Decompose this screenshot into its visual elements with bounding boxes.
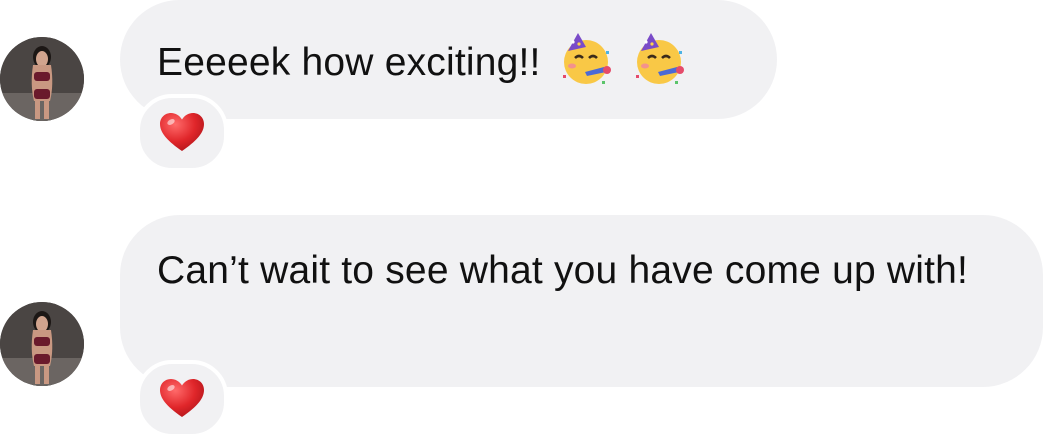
message-bubble[interactable]: Can’t wait to see what you have come up … (120, 215, 1043, 387)
heart-emoji (160, 113, 204, 151)
partying-face-emoji (562, 33, 611, 84)
message-text: Can’t wait to see what you have come up … (157, 249, 969, 292)
reaction-badge[interactable] (136, 360, 228, 438)
heart-emoji (160, 379, 204, 417)
avatar[interactable] (0, 302, 84, 386)
avatar-photo (0, 302, 84, 386)
avatar[interactable] (0, 37, 84, 121)
message-text: Eeeeek how exciting!! (157, 41, 541, 84)
avatar-photo (0, 37, 84, 121)
message-bubble[interactable]: Eeeeek how exciting!! (120, 0, 777, 119)
reaction-badge[interactable] (136, 94, 228, 172)
partying-face-emoji (635, 33, 684, 84)
